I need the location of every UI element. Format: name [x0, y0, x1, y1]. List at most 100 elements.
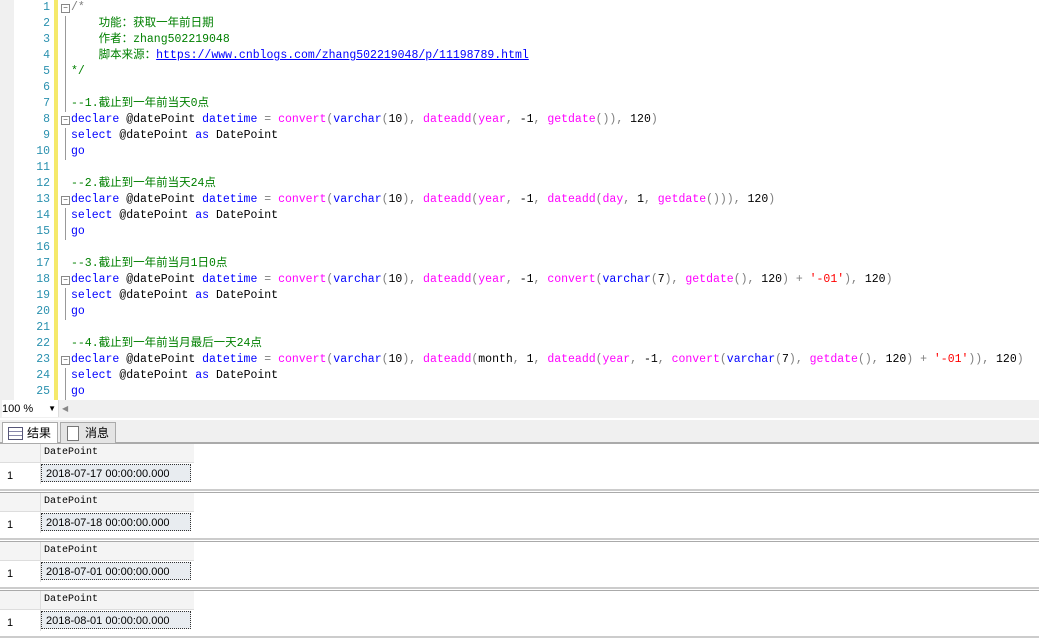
code-line[interactable]: 18 − declare @datePoint datetime = convert… [0, 272, 1039, 288]
code-token: '-01' [933, 353, 969, 366]
column-header[interactable]: DatePoint [44, 594, 98, 605]
result-cell[interactable]: 2018-07-17 00:00:00.000 [41, 464, 191, 482]
line-number: 13 [36, 193, 50, 206]
line-number: 23 [36, 353, 50, 366]
code-line[interactable]: 22 --4.截止到一年前当月最后一天24点 [0, 336, 1039, 352]
code-token: getdate [657, 193, 707, 206]
code-token: @datePoint [119, 273, 203, 286]
sql-editor[interactable]: 1−/* 2 功能：获取一年前日期 3 作者：zhang502219048 4 脚本来… [0, 0, 1039, 400]
tab-messages-label: 消息 [85, 426, 110, 440]
url-link[interactable]: https://www.cnblogs.com/zhang502219048/p… [156, 49, 529, 62]
code-line[interactable]: 14 select @datePoint as DatePoint [0, 208, 1039, 224]
code-token: 10 [388, 273, 403, 286]
line-number: 12 [36, 177, 50, 190]
row-number[interactable]: 1 [7, 470, 13, 482]
code-line[interactable]: 25 go [0, 384, 1039, 400]
line-number: 10 [36, 145, 50, 158]
code-line[interactable]: 21 [0, 320, 1039, 336]
collapse-icon[interactable]: − [61, 116, 70, 125]
column-header[interactable]: DatePoint [44, 496, 98, 507]
code-line[interactable]: 3 作者：zhang502219048 [0, 32, 1039, 48]
line-number: 5 [43, 65, 50, 78]
code-line[interactable]: 13 − declare @datePoint datetime = convert… [0, 192, 1039, 208]
code-token: day [602, 193, 624, 206]
chevron-down-icon: ▼ [48, 404, 56, 413]
code-token: DatePoint [209, 289, 279, 302]
code-token: , [533, 353, 548, 366]
code-token: select [71, 369, 113, 382]
code-token: 120 [864, 273, 886, 286]
grid-header: DatePoint [0, 444, 194, 463]
code-line[interactable]: 16 [0, 240, 1039, 256]
code-line[interactable]: 10 go [0, 144, 1039, 160]
code-token: ), [664, 273, 686, 286]
code-token: DatePoint [209, 129, 279, 142]
code-token: datetime [202, 113, 258, 126]
code-line[interactable]: 1 −/* [0, 0, 1039, 16]
code-line[interactable]: 8 − declare @datePoint datetime = convert (… [0, 112, 1039, 128]
collapse-icon[interactable]: − [61, 356, 70, 365]
tab-results[interactable]: 结果 [2, 422, 59, 444]
code-line[interactable]: 7 --1.截止到一年前当天0点 [0, 96, 1039, 112]
collapse-icon[interactable]: − [61, 276, 70, 285]
code-token: dateadd [423, 273, 472, 286]
code-token: varchar [333, 113, 382, 126]
code-line[interactable]: 23 − declare @datePoint datetime = convert… [0, 352, 1039, 368]
grid-header: DatePoint [0, 591, 194, 610]
code-text: --3.截止到一年前当月1日0点 [71, 256, 227, 272]
collapse-icon[interactable]: − [61, 4, 70, 13]
tab-messages[interactable]: 消息 [60, 422, 117, 443]
code-token: convert [671, 353, 720, 366]
code-text: select @datePoint as DatePoint [71, 288, 278, 304]
code-line[interactable]: 5 */ [0, 64, 1039, 80]
line-number: 7 [43, 97, 50, 110]
code-token: year [478, 113, 506, 126]
column-header[interactable]: DatePoint [44, 447, 98, 458]
line-number: 18 [36, 273, 50, 286]
result-cell[interactable]: 2018-07-01 00:00:00.000 [41, 562, 191, 580]
code-line[interactable]: 9 select @datePoint as DatePoint [0, 128, 1039, 144]
code-line[interactable]: 2 功能：获取一年前日期 [0, 16, 1039, 32]
code-line[interactable]: 19 select @datePoint as DatePoint [0, 288, 1039, 304]
code-token: go [71, 305, 85, 318]
code-token: = [257, 273, 279, 286]
code-token: year [478, 193, 506, 206]
code-line[interactable]: 24 select @datePoint as DatePoint [0, 368, 1039, 384]
code-token: select [71, 289, 113, 302]
code-line[interactable]: 11 [0, 160, 1039, 176]
code-token: 10 [388, 113, 403, 126]
code-token: go [71, 225, 85, 238]
code-line[interactable]: 20 go [0, 304, 1039, 320]
result-cell[interactable]: 2018-08-01 00:00:00.000 [41, 611, 191, 629]
row-number[interactable]: 1 [7, 617, 13, 629]
fold-guide [65, 304, 66, 320]
result-cell[interactable]: 2018-07-18 00:00:00.000 [41, 513, 191, 531]
row-number[interactable]: 1 [7, 519, 13, 531]
collapse-icon[interactable]: − [61, 196, 70, 205]
line-number: 1 [43, 1, 50, 14]
fold-guide [65, 288, 66, 304]
code-line[interactable]: 17 --3.截止到一年前当月1日0点 [0, 256, 1039, 272]
code-line[interactable]: 12 --2.截止到一年前当天24点 [0, 176, 1039, 192]
code-line[interactable]: 15 go [0, 224, 1039, 240]
code-token: ) + [782, 273, 810, 286]
code-token: 120 [747, 193, 769, 206]
code-token: , [623, 193, 638, 206]
code-token: 120 [885, 353, 907, 366]
fold-guide [65, 32, 66, 48]
code-token: , [533, 273, 548, 286]
line-number: 4 [43, 49, 50, 62]
code-token: 120 [761, 273, 783, 286]
code-token: , [512, 353, 527, 366]
code-token: @datePoint [119, 113, 203, 126]
row-number[interactable]: 1 [7, 568, 13, 580]
code-token: ( [650, 273, 658, 286]
code-line[interactable]: 4 脚本来源：https://www.cnblogs.com/zhang5022… [0, 48, 1039, 64]
code-token: -1 [519, 273, 534, 286]
code-line[interactable]: 6 [0, 80, 1039, 96]
code-token: , [630, 353, 644, 366]
code-token: -1 [519, 113, 534, 126]
column-header[interactable]: DatePoint [44, 545, 98, 556]
scroll-left-icon[interactable]: ◀ [62, 400, 68, 418]
zoom-dropdown[interactable]: 100 % ▼ [2, 400, 59, 417]
